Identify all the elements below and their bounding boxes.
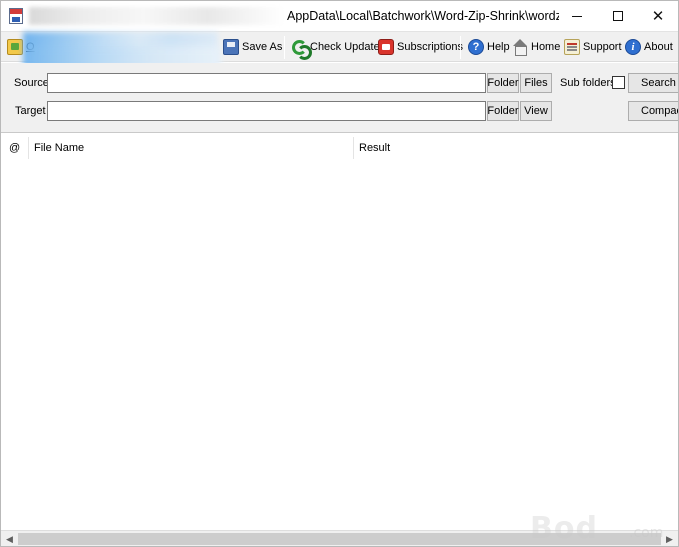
target-folder-button[interactable]: Folder: [487, 101, 519, 121]
close-icon: ✕: [651, 8, 665, 25]
compact-button[interactable]: Compact: [628, 101, 678, 121]
check-update-label: Check Update: [310, 41, 380, 53]
word-zip-icon: [9, 8, 23, 24]
app-window: AppData\Local\Batchwork\Word-Zip-Shrink\…: [0, 0, 679, 547]
home-button[interactable]: Home: [512, 36, 560, 58]
subfolders-checkbox[interactable]: [612, 76, 625, 89]
column-header-status[interactable]: @: [4, 137, 29, 159]
save-as-label: Save As: [242, 41, 283, 53]
minimize-button[interactable]: [557, 1, 597, 31]
view-button[interactable]: View: [520, 101, 552, 121]
save-as-button[interactable]: Save As: [223, 36, 282, 58]
source-folder-button[interactable]: Folder: [487, 73, 519, 93]
support-label: Support: [583, 41, 622, 53]
maximize-icon: [613, 11, 623, 21]
subfolders-label: Sub folders: [560, 77, 616, 89]
search-button[interactable]: Search: [628, 73, 678, 93]
title-bar: AppData\Local\Batchwork\Word-Zip-Shrink\…: [1, 1, 678, 31]
close-button[interactable]: ✕: [638, 1, 678, 31]
toolbar-separator: [460, 36, 461, 59]
column-header-result[interactable]: Result: [354, 137, 554, 159]
source-input[interactable]: [47, 73, 486, 93]
about-label: About: [644, 41, 673, 53]
toolbar: O Save As Check Update Subscriptions ? H…: [1, 31, 678, 76]
source-files-button[interactable]: Files: [520, 73, 552, 93]
refresh-icon: [291, 39, 312, 60]
save-icon: [223, 39, 239, 55]
about-button[interactable]: i About: [625, 36, 673, 58]
subscriptions-button[interactable]: Subscriptions: [378, 36, 463, 58]
scroll-left-icon[interactable]: ◀: [1, 531, 18, 546]
window-title: AppData\Local\Batchwork\Word-Zip-Shrink\…: [287, 9, 559, 23]
options-panel: Source Folder Files Sub folders Search T…: [1, 63, 678, 133]
subscriptions-label: Subscriptions: [397, 41, 464, 53]
toolbar-separator: [284, 36, 285, 59]
home-label: Home: [531, 41, 561, 53]
scroll-right-icon[interactable]: ▶: [661, 531, 678, 546]
support-button[interactable]: Support: [564, 36, 622, 58]
home-icon: [512, 39, 528, 56]
column-header-file-name[interactable]: File Name: [29, 137, 354, 159]
help-icon: ?: [468, 39, 484, 55]
open-folder-icon: [7, 39, 23, 55]
subscription-icon: [378, 39, 394, 55]
help-button[interactable]: ? Help: [468, 36, 510, 58]
horizontal-scrollbar[interactable]: ◀ ▶: [1, 530, 678, 546]
file-grid[interactable]: @ File Name Result: [1, 134, 678, 530]
target-label: Target: [15, 105, 46, 117]
support-icon: [564, 39, 580, 55]
target-input[interactable]: [47, 101, 486, 121]
source-label: Source: [14, 77, 49, 89]
minimize-icon: [572, 15, 582, 17]
scrollbar-thumb[interactable]: [18, 533, 661, 545]
info-icon: i: [625, 39, 641, 55]
maximize-button[interactable]: [598, 1, 638, 31]
check-update-button[interactable]: Check Update: [291, 36, 380, 60]
help-label: Help: [487, 41, 510, 53]
